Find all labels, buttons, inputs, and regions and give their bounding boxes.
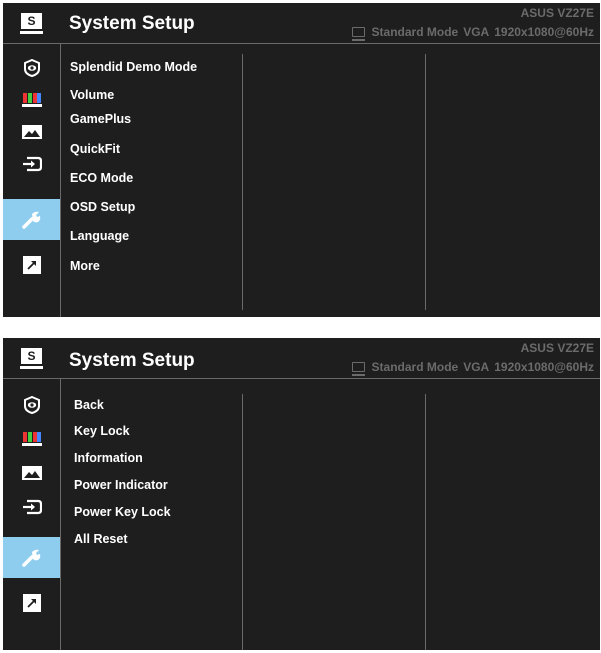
status-bar: Standard Mode VGA 1920x1080@60Hz — [351, 360, 594, 376]
menu-item-power-indicator[interactable]: Power Indicator — [74, 478, 168, 492]
sidebar-item-input[interactable] — [3, 491, 60, 523]
menu-item-all-reset[interactable]: All Reset — [74, 532, 128, 546]
menu-item-splendid-demo-mode[interactable]: Splendid Demo Mode — [70, 60, 197, 74]
page-title: System Setup — [69, 350, 195, 371]
model-name: ASUS VZ27E — [520, 6, 594, 20]
input-select-icon — [22, 156, 42, 172]
input-select-icon — [22, 499, 42, 515]
model-name: ASUS VZ27E — [520, 341, 594, 355]
status-resolution: 1920x1080@60Hz — [494, 360, 594, 374]
sidebar — [3, 379, 61, 650]
column-divider-2 — [425, 394, 426, 650]
color-bars-icon — [21, 93, 42, 107]
menu-item-quickfit[interactable]: QuickFit — [70, 142, 120, 156]
menu-item-volume[interactable]: Volume — [70, 88, 114, 102]
header-divider — [3, 378, 600, 379]
header-logo-area: S — [3, 3, 60, 43]
menu-item-information[interactable]: Information — [74, 451, 143, 465]
sidebar-item-color[interactable] — [3, 423, 60, 455]
status-input: VGA — [463, 25, 490, 39]
splendid-logo-icon: S — [20, 13, 43, 34]
shortcut-arrow-icon — [22, 594, 41, 612]
menu-item-gameplus[interactable]: GamePlus — [70, 112, 131, 126]
color-bars-icon — [21, 432, 42, 446]
sidebar-item-shortcut[interactable] — [3, 587, 60, 619]
menu-item-eco-mode[interactable]: ECO Mode — [70, 171, 133, 185]
sidebar-item-image[interactable] — [3, 457, 60, 489]
menu-item-osd-setup[interactable]: OSD Setup — [70, 200, 135, 214]
page-title: System Setup — [69, 13, 195, 34]
image-icon — [21, 466, 42, 480]
wrench-icon — [21, 211, 40, 229]
menu-item-language[interactable]: Language — [70, 229, 129, 243]
header-logo-area: S — [3, 338, 60, 378]
splendid-eye-icon — [23, 59, 40, 77]
monitor-icon — [351, 362, 365, 376]
menu-item-key-lock[interactable]: Key Lock — [74, 424, 130, 438]
header-divider — [3, 43, 600, 44]
osd-panel-main: S System Setup ASUS VZ27E Standard Mode V… — [3, 3, 600, 317]
image-icon — [21, 125, 42, 139]
osd-panel-more: S System Setup ASUS VZ27E Standard Mode V… — [3, 338, 600, 650]
column-divider-1 — [242, 394, 243, 650]
column-divider-2 — [425, 54, 426, 310]
sidebar-item-image[interactable] — [3, 116, 60, 148]
monitor-icon — [351, 27, 365, 41]
status-resolution: 1920x1080@60Hz — [494, 25, 594, 39]
sidebar-item-color[interactable] — [3, 84, 60, 116]
splendid-logo-icon: S — [20, 348, 43, 369]
sidebar-item-splendid[interactable] — [3, 52, 60, 84]
sidebar-item-shortcut[interactable] — [3, 249, 60, 281]
status-mode: Standard Mode — [371, 360, 459, 374]
status-bar: Standard Mode VGA 1920x1080@60Hz — [351, 25, 594, 41]
menu-item-more[interactable]: More — [70, 259, 100, 273]
splendid-eye-icon — [23, 396, 40, 414]
status-input: VGA — [463, 360, 490, 374]
menu-item-power-key-lock[interactable]: Power Key Lock — [74, 505, 171, 519]
sidebar-item-splendid[interactable] — [3, 389, 60, 421]
menu-item-back[interactable]: Back — [74, 398, 104, 412]
sidebar-item-system-setup[interactable] — [3, 199, 60, 240]
status-mode: Standard Mode — [371, 25, 459, 39]
shortcut-arrow-icon — [22, 256, 41, 274]
sidebar-item-input[interactable] — [3, 148, 60, 180]
sidebar — [3, 44, 61, 317]
column-divider-1 — [242, 54, 243, 310]
sidebar-item-system-setup[interactable] — [3, 537, 60, 578]
wrench-icon — [21, 549, 40, 567]
